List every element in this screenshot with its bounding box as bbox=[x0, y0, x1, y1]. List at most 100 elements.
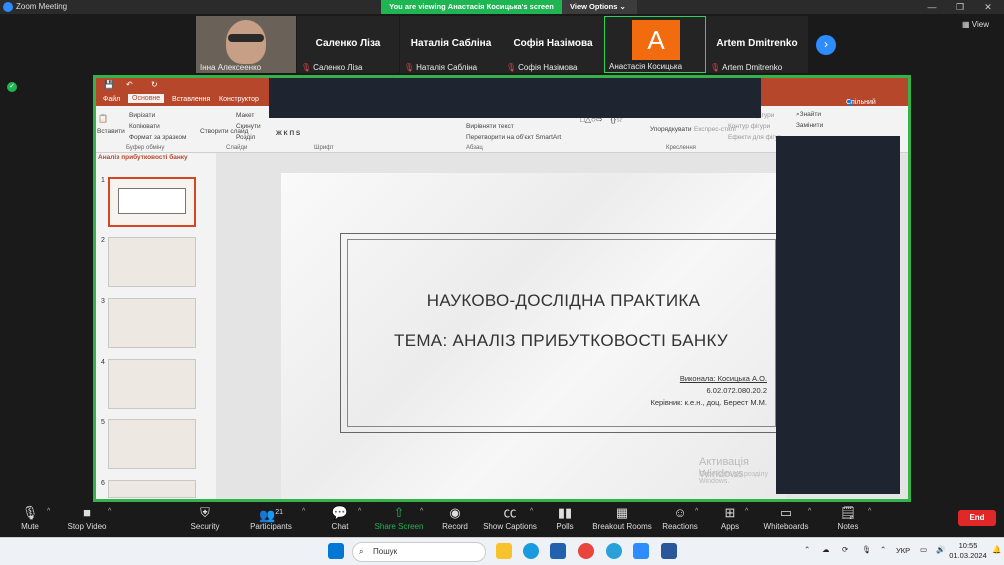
tab-home[interactable]: Основне bbox=[128, 94, 165, 103]
chevron-up-icon[interactable]: ^ bbox=[530, 508, 533, 515]
replace-button[interactable]: Замінити bbox=[796, 122, 823, 129]
paste-icon[interactable]: 📋 bbox=[98, 114, 108, 123]
mute-button[interactable]: 🎙 Mute bbox=[0, 502, 60, 531]
chevron-up-icon[interactable]: ⌃ bbox=[804, 545, 810, 554]
slide-title[interactable]: НАУКОВО-ДОСЛІДНА ПРАКТИКА bbox=[371, 291, 756, 311]
windows-start-icon[interactable] bbox=[328, 543, 344, 559]
layout-button[interactable]: Макет bbox=[236, 112, 254, 119]
participant-tile-active[interactable]: A Анастасія Косицька bbox=[604, 16, 706, 73]
chevron-up-icon[interactable]: ^ bbox=[695, 508, 698, 515]
chevron-up-icon[interactable]: ^ bbox=[808, 508, 811, 515]
arrange-button[interactable]: Упорядкувати bbox=[650, 126, 691, 133]
end-meeting-button[interactable]: End bbox=[958, 510, 996, 526]
notes-button[interactable]: 🗒 Notes bbox=[818, 502, 878, 531]
slide-thumbnail[interactable] bbox=[108, 298, 196, 348]
chevron-up-icon[interactable]: ^ bbox=[868, 508, 871, 515]
slide-canvas[interactable]: НАУКОВО-ДОСЛІДНА ПРАКТИКА ТЕМА: АНАЛІЗ П… bbox=[281, 173, 786, 499]
tab-insert[interactable]: Вставлення bbox=[172, 96, 210, 103]
microphone-icon[interactable]: 🎙 bbox=[862, 545, 872, 554]
slide-thumbnail[interactable] bbox=[108, 177, 196, 227]
view-button[interactable]: ▦ View bbox=[962, 20, 989, 29]
participant-tile[interactable]: Наталія Сабліна 🎙 Наталія Сабліна bbox=[400, 16, 502, 73]
tab-file[interactable]: Файл bbox=[103, 96, 120, 103]
next-page-button[interactable]: › bbox=[816, 35, 836, 55]
cut-button[interactable]: Вирізати bbox=[129, 112, 155, 119]
chevron-up-icon[interactable]: ^ bbox=[47, 508, 50, 515]
telegram-icon[interactable] bbox=[606, 543, 622, 559]
network-icon[interactable]: ▭ bbox=[920, 545, 927, 554]
shape-effects-button[interactable]: Ефекти для фігур bbox=[728, 134, 782, 141]
chevron-up-icon[interactable]: ^ bbox=[302, 508, 305, 515]
find-button[interactable]: ⌕Знайти bbox=[796, 111, 821, 119]
file-explorer-icon[interactable] bbox=[496, 543, 512, 559]
language-indicator[interactable]: УКР bbox=[896, 546, 910, 555]
slide-thumbnail[interactable] bbox=[108, 237, 196, 287]
volume-icon[interactable]: 🔊 bbox=[936, 545, 945, 554]
notification-bell-icon[interactable]: 🔔 bbox=[992, 545, 1001, 554]
chevron-up-icon[interactable]: ^ bbox=[745, 508, 748, 515]
shared-screen: 💾 ↶ ↻ Файл Основне Вставлення Конструкто… bbox=[93, 75, 911, 502]
group-slides: Слайди bbox=[226, 145, 248, 151]
author-line: Виконала: Косицька А.О. bbox=[679, 374, 767, 383]
shape-outline-button[interactable]: Контур фігури bbox=[728, 123, 770, 130]
group-clipboard: Буфер обміну bbox=[126, 145, 165, 151]
save-icon[interactable]: 💾 bbox=[104, 80, 114, 89]
align-text-button[interactable]: Вирівняти текст bbox=[466, 123, 514, 130]
taskbar-search[interactable]: ⌕ Пошук bbox=[352, 542, 486, 562]
breakout-rooms-button[interactable]: ▦ Breakout Rooms bbox=[592, 502, 652, 531]
chrome-icon[interactable] bbox=[578, 543, 594, 559]
apps-button[interactable]: ⊞ Apps bbox=[700, 502, 760, 531]
record-icon: ◉ bbox=[449, 505, 461, 520]
sync-icon[interactable]: ⟳ bbox=[842, 545, 848, 554]
tab-design[interactable]: Конструктор bbox=[219, 96, 259, 103]
whiteboards-button[interactable]: ▭ Whiteboards bbox=[756, 502, 816, 531]
search-icon: ⌕ bbox=[359, 547, 364, 556]
participant-display-name: Саленко Ліза bbox=[315, 38, 381, 49]
participants-button[interactable]: 👥21 Participants bbox=[241, 502, 301, 531]
copy-button[interactable]: Копіювати bbox=[129, 123, 160, 130]
clock[interactable]: 10:55 01.03.2024 bbox=[946, 541, 990, 561]
reset-button[interactable]: Скинути bbox=[236, 123, 261, 130]
maximize-button[interactable]: ❐ bbox=[946, 0, 974, 14]
smartart-button[interactable]: Перетворити на об'єкт SmartArt bbox=[466, 134, 561, 141]
slide-thumbnail[interactable] bbox=[108, 419, 196, 469]
slide-thumbnail[interactable] bbox=[108, 480, 196, 498]
meeting-toolbar: 🎙 Mute ^ ■ Stop Video ^ ⛨ Security 👥21 Parti… bbox=[0, 502, 1004, 537]
slide-thumbnail[interactable] bbox=[108, 359, 196, 409]
slide-author-block[interactable]: Виконала: Косицька А.О. 6.02.072.080.20.… bbox=[581, 373, 767, 409]
participant-tile[interactable]: Інна Алексеенко bbox=[196, 16, 296, 73]
view-options-button[interactable]: View Options ⌄ bbox=[562, 0, 637, 14]
cloud-icon[interactable]: ☁ bbox=[822, 545, 830, 554]
format-painter-button[interactable]: Формат за зразком bbox=[129, 134, 186, 141]
chevron-up-icon[interactable]: ^ bbox=[108, 508, 111, 515]
font-style-buttons[interactable]: Ж К П S bbox=[276, 130, 300, 137]
obscured-region bbox=[269, 78, 761, 118]
close-button[interactable]: ✕ bbox=[974, 0, 1002, 14]
chevron-up-icon[interactable]: ^ bbox=[358, 508, 361, 515]
screen-share-banner: You are viewing Анастасія Косицька's scr… bbox=[381, 0, 637, 14]
slide-subtitle[interactable]: ТЕМА: АНАЛІЗ ПРИБУТКОВОСТІ БАНКУ bbox=[361, 331, 761, 351]
word-icon[interactable] bbox=[661, 543, 677, 559]
chevron-up-icon[interactable]: ^ bbox=[420, 508, 423, 515]
section-button[interactable]: Розділ bbox=[236, 134, 255, 141]
zoom-icon[interactable] bbox=[633, 543, 649, 559]
participant-tile[interactable]: Софія Назімова 🎙 Софія Назімова bbox=[502, 16, 604, 73]
stop-video-button[interactable]: ■ Stop Video bbox=[57, 502, 117, 531]
edge-icon[interactable] bbox=[523, 543, 539, 559]
security-button[interactable]: ⛨ Security bbox=[175, 502, 235, 531]
participant-tile[interactable]: Artem Dmitrenko 🎙 Artem Dmitrenko bbox=[706, 16, 808, 73]
obscured-region bbox=[776, 136, 900, 494]
store-icon[interactable] bbox=[550, 543, 566, 559]
share-screen-button[interactable]: ⇧ Share Screen bbox=[369, 502, 429, 531]
record-button[interactable]: ◉ Record bbox=[425, 502, 485, 531]
chevron-up-icon[interactable]: ⌃ bbox=[880, 545, 886, 554]
undo-icon[interactable]: ↶ bbox=[126, 80, 133, 89]
polls-button[interactable]: ▮▮ Polls bbox=[535, 502, 595, 531]
paste-button[interactable]: Вставити bbox=[97, 128, 125, 135]
captions-button[interactable]: ㏄ Show Captions bbox=[480, 502, 540, 531]
participant-name: Інна Алексеенко bbox=[200, 63, 262, 72]
redo-icon[interactable]: ↻ bbox=[151, 80, 158, 89]
chat-button[interactable]: 💬 Chat bbox=[310, 502, 370, 531]
minimize-button[interactable]: — bbox=[918, 0, 946, 14]
participant-tile[interactable]: Саленко Ліза 🎙 Саленко Ліза bbox=[297, 16, 399, 73]
